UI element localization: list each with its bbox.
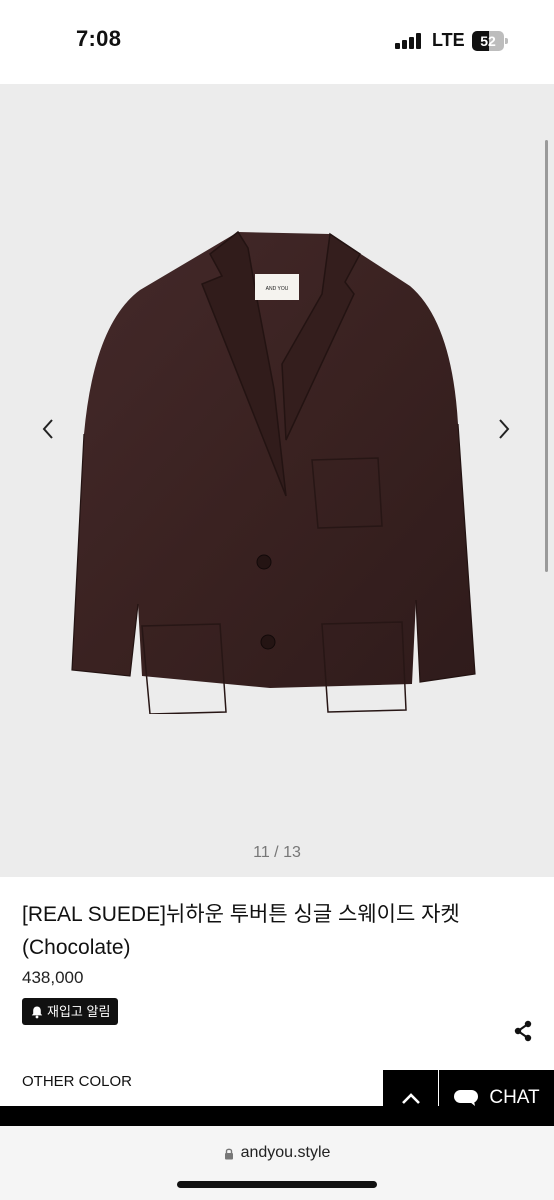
restock-notify-button[interactable]: 재입고 알림 [22, 998, 119, 1025]
gallery-prev-button[interactable] [38, 414, 58, 444]
brand-label-text: AND YOU [266, 286, 289, 292]
battery-icon: 52 [472, 31, 508, 51]
chevron-right-icon [499, 419, 510, 439]
browser-address-bar[interactable]: andyou.style [0, 1126, 554, 1200]
bell-icon [31, 1006, 43, 1018]
chat-label: CHAT [489, 1086, 540, 1108]
product-image-gallery[interactable]: AND YOU 11 / 13 [0, 84, 554, 877]
gallery-next-button[interactable] [494, 414, 514, 444]
url-text[interactable]: andyou.style [241, 1144, 331, 1162]
chevron-left-icon [42, 419, 53, 439]
share-icon[interactable] [513, 1020, 533, 1042]
gallery-page-counter: 11 / 13 [253, 844, 301, 861]
product-title: [REAL SUEDE]뉘하운 투버튼 싱글 스웨이드 자켓 (Chocolat… [22, 903, 460, 959]
lock-icon [224, 1148, 233, 1159]
home-indicator[interactable] [177, 1181, 377, 1188]
scroll-indicator [545, 140, 548, 572]
product-image-jacket: AND YOU [71, 230, 476, 714]
status-bar: 7:08 LTE 52 [0, 0, 554, 84]
status-time: 7:08 [76, 26, 122, 51]
other-color-heading: OTHER COLOR [22, 1073, 133, 1090]
cellular-signal-icon [395, 33, 423, 49]
chevron-up-icon [401, 1092, 420, 1104]
chat-bubble-icon [454, 1089, 479, 1106]
network-type: LTE [432, 30, 465, 50]
restock-notify-label: 재입고 알림 [47, 1004, 111, 1019]
scroll-to-top-button[interactable] [383, 1070, 438, 1125]
product-price: 438,000 [22, 968, 84, 987]
battery-level: 52 [480, 33, 496, 49]
chat-button[interactable]: CHAT [439, 1070, 554, 1125]
